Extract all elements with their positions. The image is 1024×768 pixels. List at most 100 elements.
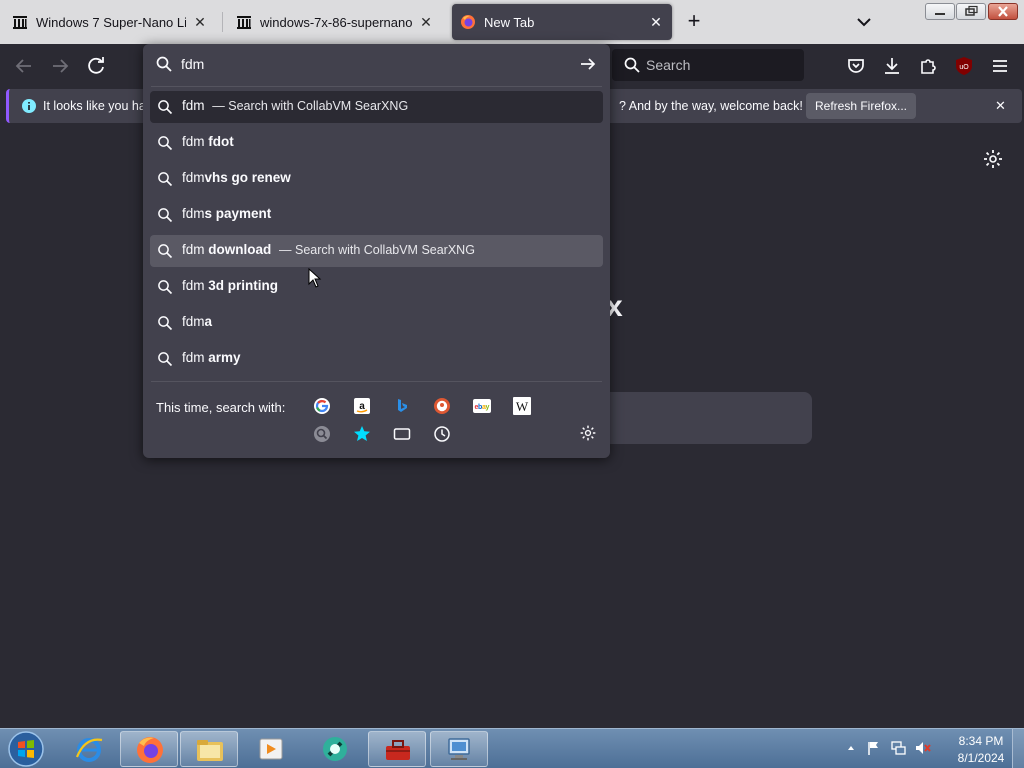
suggestion-typed: fdm (182, 134, 209, 149)
suggestion-text: fdma (182, 314, 212, 329)
suggestion-completion: fdot (208, 134, 234, 149)
suggestion-text: fdms payment (182, 206, 271, 221)
duckduckgo-icon[interactable] (433, 397, 451, 415)
info-icon (22, 99, 36, 113)
app-icon (323, 737, 347, 761)
search-icon (158, 352, 173, 367)
downloads-icon[interactable] (880, 54, 904, 78)
tab-close-icon[interactable]: ✕ (192, 14, 208, 30)
taskbar-firefox[interactable] (120, 731, 178, 767)
window-close-button[interactable] (988, 3, 1018, 20)
taskbar-media-player[interactable] (242, 731, 300, 767)
search-icon (624, 57, 640, 73)
windows-start-icon[interactable] (6, 730, 46, 768)
suggestion-row[interactable]: fdm download — Search with CollabVM Sear… (150, 235, 603, 267)
tab-close-icon[interactable]: ✕ (648, 14, 664, 30)
taskbar-app[interactable] (306, 731, 364, 767)
ublock-origin-icon[interactable]: uO (952, 54, 976, 78)
taskbar-toolbox[interactable] (368, 731, 426, 767)
search-icon (158, 280, 173, 295)
taskbar-remote[interactable] (430, 731, 488, 767)
chevron-down-icon[interactable] (853, 10, 875, 34)
suggestion-typed: fdm (182, 242, 209, 257)
show-desktop-button[interactable] (1012, 729, 1024, 768)
suggestion-row[interactable]: fdmvhs go renew (150, 163, 603, 195)
firefox-icon (137, 737, 163, 763)
newtab-search-box[interactable] (600, 392, 812, 444)
show-hidden-icons-icon[interactable] (846, 743, 856, 753)
search-bar[interactable]: Search (612, 49, 804, 81)
tab-title: New Tab (484, 14, 535, 30)
screen: Windows 7 Super-Nano Lite : M ✕ windows-… (0, 0, 1024, 768)
taskbar-explorer[interactable] (180, 731, 238, 767)
wikipedia-icon[interactable]: W (513, 397, 531, 415)
back-icon[interactable] (12, 54, 36, 78)
action-center-flag-icon[interactable] (866, 740, 882, 756)
tab-title: Windows 7 Super-Nano Lite : M (36, 14, 186, 30)
svg-text:uO: uO (959, 64, 969, 71)
search-icon (158, 316, 173, 331)
suggestion-row[interactable]: fdm army (150, 343, 603, 375)
tabs-icon[interactable] (393, 425, 411, 443)
minimize-button[interactable] (925, 3, 955, 20)
folder-icon (197, 740, 223, 761)
suggestion-row[interactable]: fdms payment (150, 199, 603, 231)
toolbox-icon (386, 740, 410, 760)
network-icon[interactable] (890, 740, 906, 756)
reload-icon[interactable] (84, 54, 108, 78)
suggestion-completion: a (204, 314, 213, 329)
extensions-icon[interactable] (916, 54, 940, 78)
taskbar-ie[interactable] (60, 731, 118, 767)
svg-text:W: W (516, 399, 529, 414)
gear-icon[interactable] (982, 148, 1004, 170)
urlbar-dropdown: fdm This time, search with: a ebay W fdm… (143, 44, 610, 458)
tab-strip: Windows 7 Super-Nano Lite : M ✕ windows-… (0, 0, 1024, 44)
divider (151, 86, 602, 87)
bookmarks-icon[interactable] (353, 425, 371, 443)
new-tab-button[interactable]: + (682, 10, 706, 34)
menu-icon[interactable] (988, 54, 1012, 78)
archive-org-icon (13, 16, 27, 29)
clock-date[interactable]: 8/1/2024 (948, 751, 1014, 765)
clock-time[interactable]: 8:34 PM (948, 734, 1014, 748)
divider (151, 381, 602, 382)
pocket-icon[interactable] (844, 54, 868, 78)
url-input-row[interactable]: fdm (143, 44, 610, 84)
forward-icon[interactable] (48, 54, 72, 78)
internet-explorer-icon (75, 738, 103, 762)
search-icon (158, 100, 173, 115)
suggestion-row[interactable]: fdm fdot (150, 127, 603, 159)
suggestion-row[interactable]: fdm 3d printing (150, 271, 603, 303)
search-with-label: This time, search with: (156, 400, 286, 415)
searxng-icon[interactable] (313, 425, 331, 443)
suggestion-row[interactable]: fdma (150, 307, 603, 339)
archive-org-icon (237, 16, 251, 29)
search-icon (158, 172, 173, 187)
notification-close-icon[interactable]: ✕ (995, 98, 1006, 114)
gear-icon[interactable] (579, 424, 597, 442)
ebay-icon[interactable]: ebay (473, 397, 491, 415)
volume-muted-icon[interactable] (914, 740, 932, 756)
tab-windows7x86-supernano[interactable]: windows-7x-86-supernano-fina ✕ (228, 4, 442, 40)
tab-close-icon[interactable]: ✕ (418, 14, 434, 30)
suggestion-row[interactable]: fdm — Search with CollabVM SearXNG (150, 91, 603, 123)
url-input[interactable]: fdm (181, 56, 204, 72)
restore-button[interactable] (956, 3, 986, 20)
search-icon (158, 136, 173, 151)
suggestion-typed: fdm (182, 206, 205, 221)
tab-windows7-supernano[interactable]: Windows 7 Super-Nano Lite : M ✕ (4, 4, 216, 40)
svg-text:y: y (486, 404, 490, 411)
suggestion-text: fdm download — Search with CollabVM Sear… (182, 242, 475, 257)
google-icon[interactable] (313, 397, 331, 415)
suggestion-completion: army (208, 350, 241, 365)
bing-icon[interactable] (393, 397, 411, 415)
suggestion-typed: fdm (182, 98, 205, 113)
suggestion-text: fdm army (182, 350, 241, 365)
go-arrow-icon[interactable] (579, 55, 597, 73)
refresh-firefox-button[interactable]: Refresh Firefox... (806, 93, 916, 119)
history-icon[interactable] (433, 425, 451, 443)
suggestion-text: fdm — Search with CollabVM SearXNG (182, 98, 408, 113)
suggestion-text: fdm fdot (182, 134, 234, 149)
tab-new-tab[interactable]: New Tab ✕ (452, 4, 672, 40)
amazon-icon[interactable]: a (353, 397, 371, 415)
